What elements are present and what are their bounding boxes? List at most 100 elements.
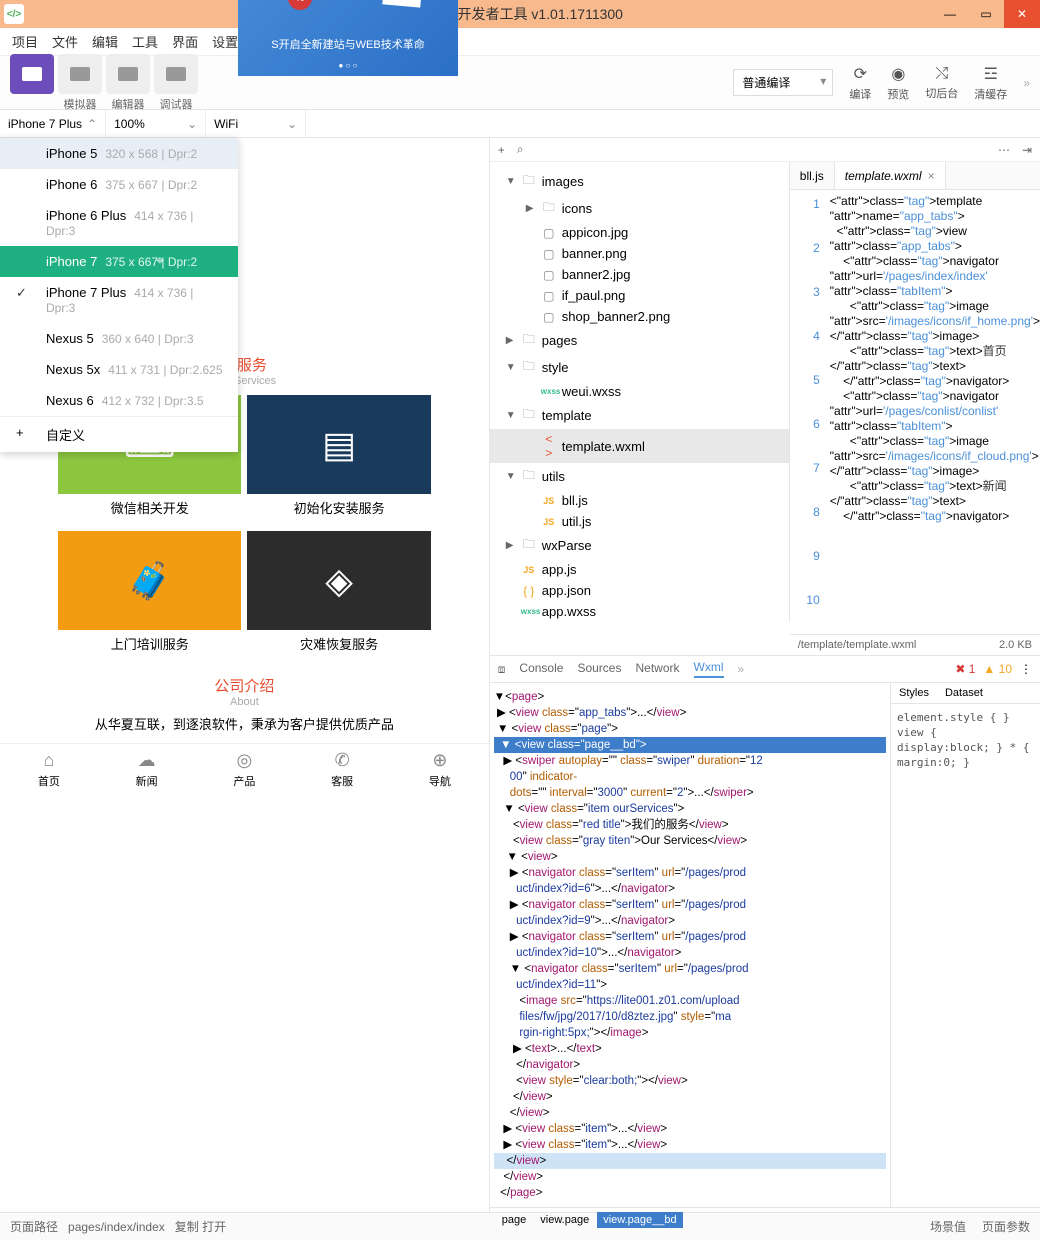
eye-icon: ◉ (891, 64, 905, 84)
collapse-button[interactable]: ⇥ (1022, 143, 1032, 157)
service-card[interactable]: ▤ (247, 395, 430, 494)
preview-button[interactable]: ◉预览 (887, 64, 909, 102)
warning-badge[interactable]: ▲ 10 (983, 662, 1012, 676)
code-statusbar: /template/template.wxml 2.0 KB (790, 634, 1040, 655)
device-option[interactable]: Nexus 6412 x 732 | Dpr:3.5 (0, 385, 238, 416)
device-option-selected[interactable]: ✓iPhone 7 Plus414 x 736 | Dpr:3 (0, 277, 238, 323)
new-file-button[interactable]: + (498, 143, 505, 157)
tab-home[interactable]: ⌂首页 (0, 744, 98, 795)
briefcase-icon: 🧳 (127, 560, 172, 602)
sim-banner[interactable]: % % % S开启全新建站与WEB技术革命 ● ○ ○ (238, 0, 458, 76)
file-item[interactable]: ▢banner.png (490, 243, 789, 264)
inspect-icon[interactable]: ⧈ (498, 662, 506, 677)
dbg-menu-icon[interactable]: ⋮ (1020, 662, 1032, 676)
file-item[interactable]: JSutil.js (490, 511, 789, 532)
minimize-button[interactable]: — (932, 0, 968, 28)
dbg-tab-wxml[interactable]: Wxml (694, 660, 724, 678)
app-logo-icon: </> (4, 4, 24, 24)
file-item[interactable]: ▢shop_banner2.png (490, 306, 789, 327)
clear-cache-button[interactable]: ☲清缓存 (974, 64, 1007, 102)
code-text[interactable]: <"attr">class="tag">template "attr">name… (826, 190, 1040, 634)
dbg-tab-console[interactable]: Console (519, 661, 563, 677)
styles-tab[interactable]: Styles (891, 683, 937, 703)
error-badge[interactable]: ✖ 1 (955, 662, 975, 676)
dataset-tab[interactable]: Dataset (937, 683, 991, 703)
wxml-selected-line[interactable]: ▼ <view class="page__bd"> (494, 737, 886, 753)
device-option[interactable]: iPhone 5320 x 568 | Dpr:2 (0, 138, 238, 169)
dbg-tab-network[interactable]: Network (635, 661, 679, 677)
dbg-tab-sources[interactable]: Sources (577, 661, 621, 677)
folder-item[interactable]: ▼🗀template (490, 402, 789, 429)
device-option[interactable]: iPhone 6 Plus414 x 736 | Dpr:3 (0, 200, 238, 246)
tab-news[interactable]: ☁新闻 (98, 744, 196, 795)
folder-item[interactable]: ▶🗀pages (490, 327, 789, 354)
device-option[interactable]: iPhone 6375 x 667 | Dpr:2 (0, 169, 238, 200)
simulator-panel: iPhone 5320 x 568 | Dpr:2 iPhone 6375 x … (0, 138, 489, 1212)
folder-item[interactable]: ▼🗀style (490, 354, 789, 381)
stack-icon: ☲ (984, 64, 998, 84)
menu-tool[interactable]: 工具 (132, 32, 158, 51)
breadcrumb-item-active[interactable]: view.page__bd (597, 1212, 682, 1228)
styles-body[interactable]: element.style { } view { display:block; … (891, 704, 1040, 776)
tab-service[interactable]: ✆客服 (293, 744, 391, 795)
file-item[interactable]: wxssapp.wxss (490, 601, 789, 622)
device-option-highlighted[interactable]: iPhone 7375 x 667 | Dpr:2⌖ (0, 246, 238, 277)
about-title: 公司介绍 About (0, 667, 489, 710)
switch-icon: ⤭ (935, 65, 948, 83)
file-item[interactable]: ▢if_paul.png (490, 285, 789, 306)
file-item[interactable]: wxssweui.wxss (490, 381, 789, 402)
menubar: 项目 文件 编辑 工具 界面 设置 微信开发者工具 (0, 28, 1040, 56)
device-option[interactable]: Nexus 5x411 x 731 | Dpr:2.625 (0, 354, 238, 385)
folder-item[interactable]: ▼🗀utils (490, 463, 789, 490)
styles-panel: Styles Dataset element.style { } view { … (890, 683, 1040, 1207)
compass-icon: ⊕ (432, 750, 447, 771)
menu-edit[interactable]: 编辑 (92, 32, 118, 51)
breadcrumb-item[interactable]: page (496, 1212, 532, 1228)
footer-scene[interactable]: 场景值 (930, 1218, 966, 1235)
code-tab[interactable]: bll.js (790, 162, 835, 189)
menu-project[interactable]: 项目 (12, 32, 38, 51)
service-card[interactable]: 🧳 (58, 531, 241, 630)
file-item[interactable]: ▢appicon.jpg (490, 222, 789, 243)
code-tab-active[interactable]: template.wxml × (835, 162, 946, 189)
about-text: 从华夏互联，到逐浪软件，秉承为客户提供优质产品 (0, 710, 489, 737)
home-icon: ⌂ (43, 750, 54, 771)
footer-params[interactable]: 页面参数 (982, 1218, 1030, 1235)
more-button[interactable]: ⋯ (998, 143, 1010, 157)
maximize-button[interactable]: ▭ (968, 0, 1004, 28)
menu-file[interactable]: 文件 (52, 32, 78, 51)
device-custom[interactable]: +自定义 (0, 417, 238, 452)
footer-path-label: 页面路径 (10, 1218, 58, 1235)
menu-interface[interactable]: 界面 (172, 32, 198, 51)
more-icon[interactable]: » (1023, 76, 1030, 90)
shield-icon: ◈ (325, 560, 353, 602)
close-button[interactable]: ✕ (1004, 0, 1040, 28)
window-title: 逐浪软件商城 - 微信开发者工具 v1.01.1711300 (24, 4, 932, 24)
background-button[interactable]: ⤭切后台 (925, 65, 958, 101)
breadcrumb-item[interactable]: view.page (534, 1212, 595, 1228)
file-item[interactable]: JSapp.js (490, 559, 789, 580)
tab-nav[interactable]: ⊕导航 (391, 744, 489, 795)
folder-item[interactable]: ▼🗀images (490, 168, 789, 195)
folder-item[interactable]: ▶🗀wxParse (490, 532, 789, 559)
menu-settings[interactable]: 设置 (212, 32, 238, 51)
folder-item[interactable]: ▶🗀icons (490, 195, 789, 222)
compile-button[interactable]: ⟳编译 (849, 64, 871, 102)
close-tab-icon[interactable]: × (927, 169, 934, 183)
simulator-screen: :31 100% ▮ 浪CMS家族 ••• % % % S开启全新建站与WEB技… (238, 0, 458, 76)
device-dropdown: iPhone 5320 x 568 | Dpr:2 iPhone 6375 x … (0, 138, 238, 452)
target-icon: ◎ (237, 750, 253, 771)
install-icon: ▤ (322, 424, 356, 466)
compile-mode-select[interactable]: 普通编译 ▾ (733, 69, 833, 96)
footer-actions[interactable]: 复制 打开 (175, 1218, 226, 1235)
device-option[interactable]: Nexus 5360 x 640 | Dpr:3 (0, 323, 238, 354)
search-button[interactable]: ⌕ (517, 142, 524, 157)
service-card[interactable]: ◈ (247, 531, 430, 630)
file-item[interactable]: < >template.wxml (490, 429, 789, 463)
more-tabs-icon[interactable]: » (738, 662, 745, 676)
file-item[interactable]: { }app.json (490, 580, 789, 601)
file-item[interactable]: JSbll.js (490, 490, 789, 511)
file-item[interactable]: ▢banner2.jpg (490, 264, 789, 285)
wxml-tree[interactable]: ▼<page> ▶ <view class="app_tabs">...</vi… (490, 683, 890, 1207)
tab-product[interactable]: ◎产品 (196, 744, 294, 795)
